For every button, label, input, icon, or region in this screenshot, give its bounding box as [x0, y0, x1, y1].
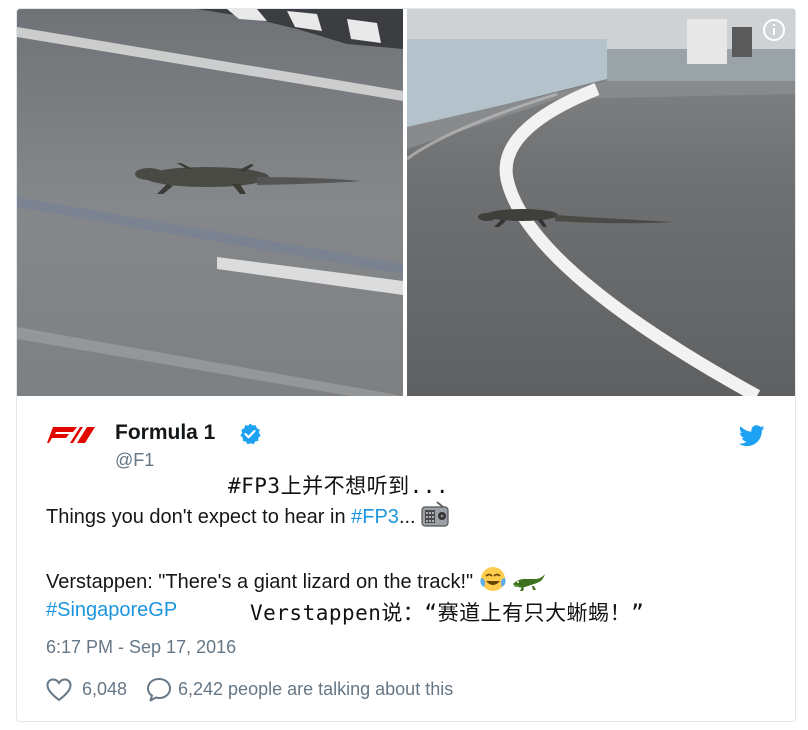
timestamp[interactable]: 6:17 PM - Sep 17, 2016	[46, 637, 236, 658]
talking-count[interactable]: 6,242 people are talking about this	[178, 679, 453, 700]
info-icon[interactable]	[763, 19, 785, 41]
left-photo-image	[17, 9, 403, 396]
like-count[interactable]: 6,048	[82, 679, 127, 700]
right-photo[interactable]	[407, 9, 795, 396]
annotation-bottom: Verstappen说：“赛道上有只大蜥蜴！”	[250, 601, 645, 625]
f1-logo[interactable]	[47, 425, 97, 445]
comment-icon[interactable]	[146, 677, 172, 703]
hashtag-singaporegp[interactable]: #SingaporeGP	[46, 599, 177, 621]
quote-text: Verstappen: "There's a giant lizard on t…	[46, 571, 479, 593]
left-photo[interactable]	[17, 9, 403, 396]
verified-icon	[240, 423, 261, 445]
heart-icon[interactable]	[46, 678, 72, 702]
annotation-top: #FP3上并不想听到...	[228, 474, 450, 498]
crocodile-emoji	[513, 574, 546, 591]
twitter-bird-icon[interactable]	[739, 425, 765, 447]
tweet-media[interactable]	[17, 9, 795, 396]
tweet-text-line-3: #SingaporeGP	[46, 599, 177, 622]
right-photo-image	[407, 9, 795, 396]
tweet-text-line-1: Things you don't expect to hear in #FP3.…	[46, 501, 449, 529]
handle[interactable]: @F1	[115, 450, 154, 471]
hashtag-fp3[interactable]: #FP3	[351, 506, 399, 528]
display-name[interactable]: Formula 1	[115, 421, 215, 445]
tweet-text: Things you don't expect to hear in	[46, 506, 352, 528]
ellipsis: ...	[398, 506, 422, 528]
tweet-text-line-2: Verstappen: "There's a giant lizard on t…	[46, 566, 546, 594]
tears-of-joy-emoji	[480, 567, 506, 591]
radio-emoji	[421, 501, 449, 527]
